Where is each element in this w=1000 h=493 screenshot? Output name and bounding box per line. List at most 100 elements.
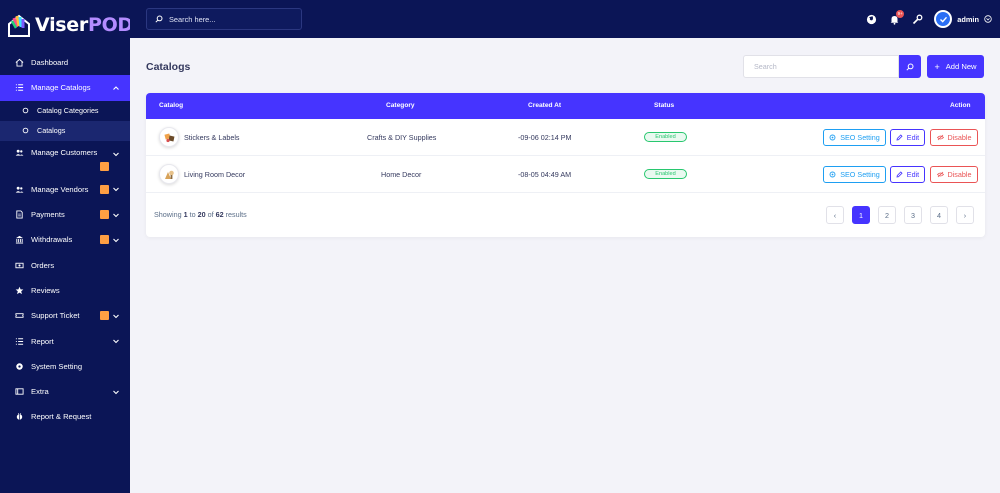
seo-setting-button[interactable]: SEO Setting bbox=[823, 129, 886, 146]
bell-icon[interactable]: 9+ bbox=[888, 10, 905, 25]
sidebar-item-system-setting[interactable]: System Setting bbox=[0, 354, 130, 379]
user-name[interactable]: admin bbox=[957, 15, 979, 24]
pencil-icon bbox=[896, 171, 903, 178]
catalog-search-input[interactable] bbox=[744, 56, 898, 77]
sidebar-label: Withdrawals bbox=[31, 235, 73, 245]
table-row: Living Room Decor Home Decor -08-05 04:4… bbox=[146, 156, 985, 193]
topbar: 9+ admin bbox=[130, 0, 1000, 38]
status-badge: Enabled bbox=[644, 169, 687, 179]
server-icon bbox=[14, 387, 24, 397]
catalog-created-at: -09-06 02:14 PM bbox=[518, 133, 572, 142]
pagination-page[interactable]: 1 bbox=[852, 206, 870, 224]
sidebar-item-withdrawals[interactable]: Withdrawals bbox=[0, 227, 130, 252]
wrench-icon[interactable] bbox=[911, 13, 923, 25]
notification-count: 9+ bbox=[896, 10, 905, 18]
plus-icon: + bbox=[934, 61, 940, 72]
disable-button[interactable]: Disable bbox=[930, 166, 978, 183]
chevron-down-icon bbox=[112, 312, 120, 320]
pending-badge bbox=[100, 209, 109, 219]
global-search bbox=[146, 8, 302, 30]
brand-logo[interactable]: ViserPOD bbox=[6, 8, 133, 42]
range-total: 62 bbox=[215, 210, 224, 219]
avatar[interactable] bbox=[934, 10, 953, 28]
logo-icon bbox=[6, 12, 32, 38]
money-icon bbox=[14, 260, 24, 270]
add-new-label: Add New bbox=[945, 62, 977, 71]
sidebar-label: Report bbox=[31, 336, 54, 346]
chevron-down-circle-icon[interactable] bbox=[984, 10, 992, 28]
showing-word: Showing bbox=[154, 210, 182, 219]
sidebar-item-dashboard[interactable]: Dashboard bbox=[0, 50, 130, 75]
catalog-created-at: -08-05 04:49 AM bbox=[518, 170, 572, 179]
seo-setting-label: SEO Setting bbox=[840, 133, 880, 142]
disable-button[interactable]: Disable bbox=[930, 129, 978, 146]
sidebar-label: Extra bbox=[31, 387, 49, 397]
edit-button[interactable]: Edit bbox=[890, 166, 925, 183]
ticket-icon bbox=[14, 311, 24, 321]
gear-icon bbox=[829, 134, 836, 141]
eye-slash-icon bbox=[936, 171, 944, 178]
sidebar: ViserPOD Dashboard Manage Catalogs Catal… bbox=[0, 0, 133, 493]
circle-icon bbox=[20, 106, 30, 116]
chevron-down-icon bbox=[112, 150, 120, 158]
search-button[interactable] bbox=[899, 55, 921, 78]
sidebar-label: Orders bbox=[31, 260, 55, 270]
search-icon bbox=[155, 10, 163, 28]
disable-label: Disable bbox=[947, 133, 972, 142]
gear-icon bbox=[829, 171, 836, 178]
th-catalog: Catalog bbox=[159, 102, 184, 109]
sidebar-item-report[interactable]: Report bbox=[0, 328, 130, 353]
global-search-input[interactable] bbox=[169, 14, 289, 24]
catalog-category: Home Decor bbox=[381, 170, 422, 179]
catalog-category: Crafts & DIY Supplies bbox=[367, 133, 437, 142]
pagination-next[interactable]: › bbox=[956, 206, 974, 224]
results-word: results bbox=[225, 210, 247, 219]
sidebar-label: Reviews bbox=[31, 285, 60, 295]
sidebar-item-reviews[interactable]: Reviews bbox=[0, 278, 130, 303]
th-status: Status bbox=[654, 102, 675, 109]
chevron-down-icon bbox=[112, 236, 120, 244]
sidebar-item-manage-vendors[interactable]: Manage Vendors bbox=[0, 177, 130, 202]
sidebar-item-manage-customers[interactable]: Manage Customers bbox=[0, 141, 130, 177]
disable-label: Disable bbox=[947, 170, 972, 179]
sidebar-item-support-ticket[interactable]: Support Ticket bbox=[0, 303, 130, 328]
sidebar-label: Manage Customers bbox=[31, 147, 98, 157]
pending-badge bbox=[100, 311, 109, 321]
globe-icon[interactable] bbox=[865, 13, 877, 25]
topbar-actions: 9+ admin bbox=[865, 0, 1000, 38]
catalog-name: Stickers & Labels bbox=[184, 133, 240, 142]
sidebar-item-manage-catalogs[interactable]: Manage Catalogs bbox=[0, 75, 130, 101]
sidebar-item-catalog-categories[interactable]: Catalog Categories bbox=[0, 101, 130, 121]
sidebar-item-report-request[interactable]: Report & Request bbox=[0, 404, 130, 429]
sidebar-item-orders[interactable]: Orders bbox=[0, 252, 130, 277]
sidebar-label: Manage Catalogs bbox=[31, 83, 91, 93]
range-to: 20 bbox=[197, 210, 206, 219]
to-word: to bbox=[189, 210, 196, 219]
chevron-down-icon bbox=[112, 337, 120, 345]
pending-badge bbox=[100, 161, 109, 171]
table-row: Stickers & Labels Crafts & DIY Supplies … bbox=[146, 119, 985, 156]
sidebar-item-extra[interactable]: Extra bbox=[0, 379, 130, 404]
th-action: Action bbox=[950, 102, 971, 109]
chevron-up-icon bbox=[112, 84, 120, 92]
pagination-page[interactable]: 3 bbox=[904, 206, 922, 224]
edit-label: Edit bbox=[906, 133, 920, 142]
edit-button[interactable]: Edit bbox=[890, 129, 925, 146]
pending-badge bbox=[100, 184, 109, 194]
sidebar-item-catalogs[interactable]: Catalogs bbox=[0, 120, 130, 141]
pagination-prev[interactable]: ‹ bbox=[826, 206, 844, 224]
users-icon bbox=[14, 184, 24, 194]
bank-icon bbox=[14, 235, 24, 245]
seo-setting-button[interactable]: SEO Setting bbox=[823, 166, 886, 183]
chevron-down-icon bbox=[112, 211, 120, 219]
pagination-page[interactable]: 4 bbox=[930, 206, 948, 224]
sidebar-label: Catalog Categories bbox=[37, 106, 99, 116]
status-badge: Enabled bbox=[644, 132, 687, 142]
add-new-button[interactable]: + Add New bbox=[927, 55, 984, 78]
pagination-summary: Showing 1 to 20 of 62 results bbox=[154, 210, 247, 219]
pagination-page[interactable]: 2 bbox=[878, 206, 896, 224]
bug-icon bbox=[14, 412, 24, 422]
sidebar-item-payments[interactable]: Payments bbox=[0, 202, 130, 227]
sidebar-label: Dashboard bbox=[31, 58, 69, 68]
sidebar-label: Payments bbox=[31, 210, 65, 220]
